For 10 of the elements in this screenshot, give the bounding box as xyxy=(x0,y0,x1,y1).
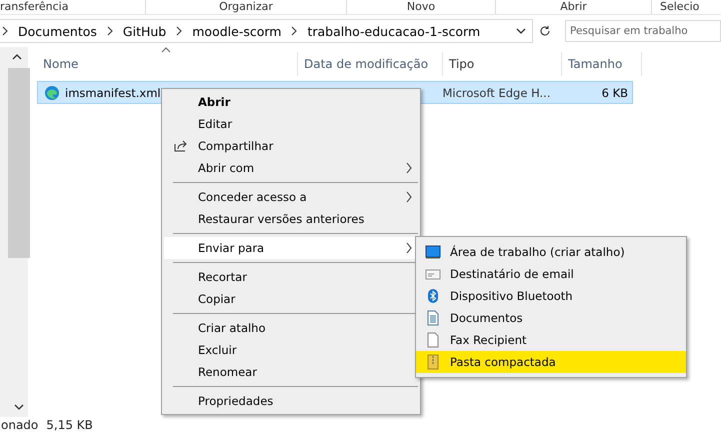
status-text: onado xyxy=(1,418,38,432)
ribbon-group-label: Abrir xyxy=(496,0,652,14)
ribbon-group-label: Novo xyxy=(347,0,496,14)
ribbon-group-label: ransferência xyxy=(0,0,146,14)
status-text: 5,15 KB xyxy=(46,418,93,432)
ribbon-group-label: Selecio xyxy=(659,0,700,14)
file-size: 6 KB xyxy=(600,84,629,102)
file-type: Microsoft Edge H... xyxy=(441,84,552,102)
ribbon-group-label: Organizar xyxy=(146,0,347,14)
file-name: imsmanifest.xml xyxy=(65,86,161,100)
